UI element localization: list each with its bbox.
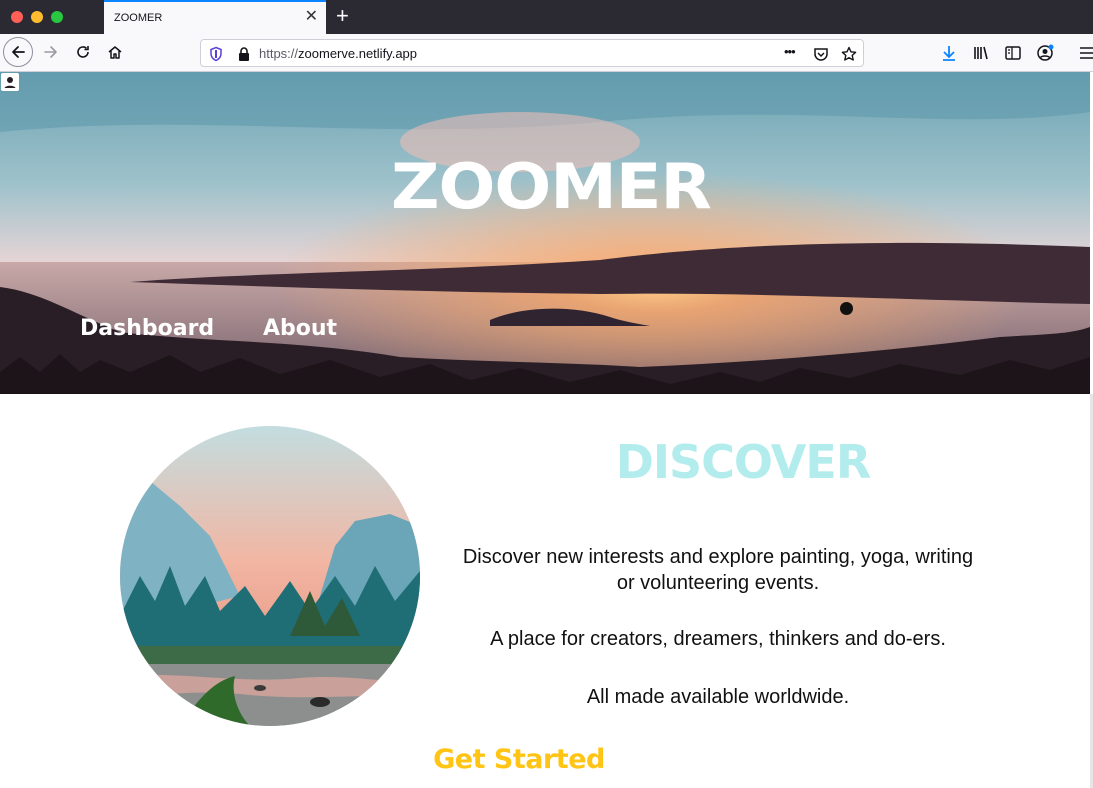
lock-icon[interactable]	[236, 46, 252, 62]
new-tab-button[interactable]: +	[336, 4, 349, 28]
url-bar[interactable]: https://zoomerve.netlify.app •••	[200, 39, 864, 67]
site-logo[interactable]: ZOOMER	[0, 150, 1090, 223]
hero-background-image	[0, 72, 1090, 394]
discover-paragraph-3: All made available worldwide.	[586, 686, 850, 708]
discover-paragraph-1: Discover new interests and explore paint…	[462, 546, 974, 594]
reload-icon	[77, 46, 89, 58]
back-button[interactable]	[3, 37, 33, 67]
browser-tab[interactable]: ZOOMER ✕	[104, 0, 326, 34]
discover-paragraph-2: A place for creators, dreamers, thinkers…	[490, 628, 946, 650]
minimize-window-button[interactable]	[31, 11, 43, 23]
close-window-button[interactable]	[11, 11, 23, 23]
bookmark-star-icon[interactable]	[841, 46, 857, 62]
account-icon[interactable]	[1036, 44, 1054, 62]
discover-heading: DISCOVER	[615, 435, 872, 489]
shield-icon[interactable]	[208, 46, 224, 62]
cursor-dot	[840, 302, 853, 315]
hero-banner: ZOOMER Dashboard About	[0, 72, 1090, 394]
reload-button[interactable]	[69, 38, 97, 66]
profile-icon[interactable]	[0, 72, 20, 92]
sidebar-icon[interactable]	[1004, 44, 1022, 62]
browser-titlebar: ZOOMER ✕ +	[0, 0, 1093, 34]
page-actions-icon[interactable]: •••	[784, 44, 796, 59]
download-icon[interactable]	[940, 44, 958, 62]
back-icon	[12, 46, 25, 58]
home-icon	[108, 46, 122, 59]
library-icon[interactable]	[972, 44, 990, 62]
url-text: https://zoomerve.netlify.app	[259, 46, 418, 61]
get-started-button[interactable]: Get Started	[380, 744, 658, 775]
nav-dashboard-link[interactable]: Dashboard	[80, 316, 214, 341]
forward-button[interactable]	[37, 38, 65, 66]
nav-about-link[interactable]: About	[263, 316, 337, 341]
maximize-window-button[interactable]	[51, 11, 63, 23]
home-button[interactable]	[101, 38, 129, 66]
landscape-image	[120, 426, 420, 726]
forward-icon	[44, 46, 57, 58]
menu-icon[interactable]	[1078, 44, 1093, 62]
tab-title: ZOOMER	[114, 12, 163, 24]
tab-close-icon[interactable]: ✕	[305, 8, 318, 26]
browser-toolbar: https://zoomerve.netlify.app •••	[0, 34, 1093, 72]
pocket-icon[interactable]	[813, 46, 829, 62]
